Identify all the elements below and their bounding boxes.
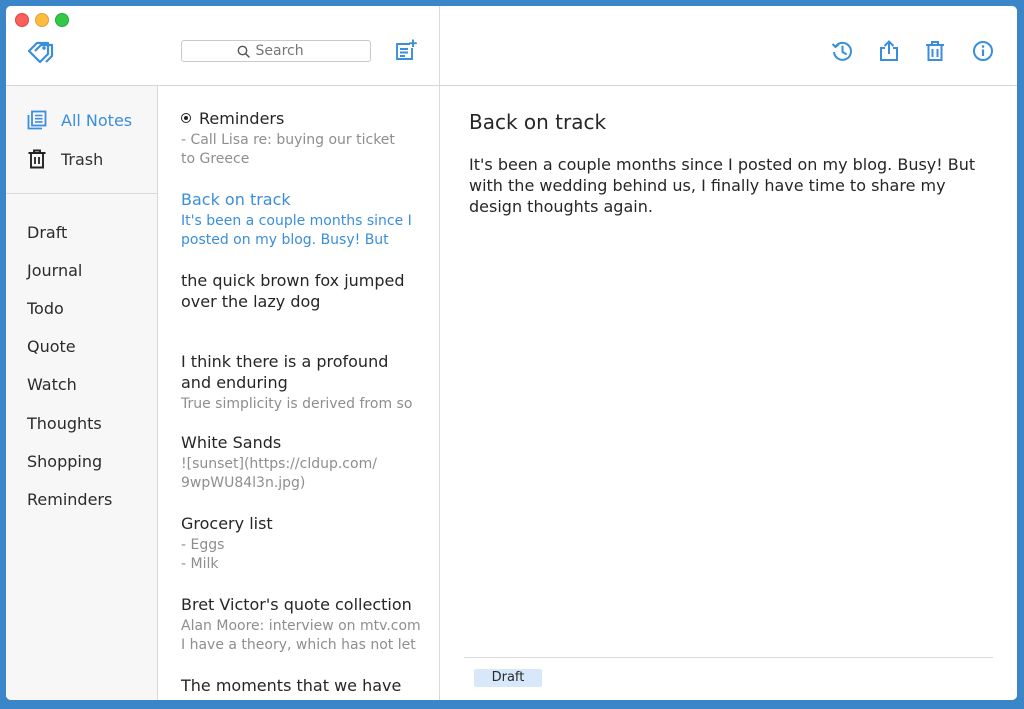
pinned-icon <box>181 113 191 123</box>
close-window-button[interactable] <box>15 13 29 27</box>
note-title: Back on track <box>181 190 291 209</box>
trash-icon[interactable] <box>924 40 946 62</box>
editor-body[interactable]: It's been a couple months since I posted… <box>469 154 999 217</box>
note-list-item[interactable]: Grocery list - Eggs - Milk <box>181 513 426 574</box>
note-list: Reminders - Call Lisa re: buying our tic… <box>158 86 439 700</box>
note-list-item[interactable]: White Sands ![sunset](https://cldup.com/… <box>181 432 426 493</box>
search-field[interactable] <box>181 40 371 62</box>
maximize-window-button[interactable] <box>55 13 69 27</box>
note-preview: True simplicity is derived from so <box>181 396 413 412</box>
note-title: I think there is a profound and enduring <box>181 352 389 392</box>
note-title: the quick brown fox jumped over the lazy … <box>181 271 405 311</box>
note-list-item[interactable]: the quick brown fox jumped over the lazy … <box>181 270 426 312</box>
trash-icon <box>28 149 46 169</box>
history-icon[interactable] <box>831 40 853 62</box>
note-title: Reminders <box>181 108 426 129</box>
note-list-item[interactable]: Reminders - Call Lisa re: buying our tic… <box>181 108 426 169</box>
editor-title[interactable]: Back on track <box>469 110 606 134</box>
toolbar <box>6 6 1017 86</box>
note-list-item[interactable]: Bret Victor's quote collection Alan Moor… <box>181 594 426 655</box>
search-input[interactable] <box>255 43 316 59</box>
sidebar-item-trash[interactable]: Trash <box>27 149 103 169</box>
note-title: The moments that we have <box>181 676 402 695</box>
note-list-item-selected[interactable]: Back on track It's been a couple months … <box>181 189 426 250</box>
note-list-item[interactable]: The moments that we have <box>181 675 426 696</box>
sidebar-tag-shopping[interactable]: Shopping <box>27 452 102 471</box>
minimize-window-button[interactable] <box>35 13 49 27</box>
note-tag-chip[interactable]: Draft <box>474 669 542 687</box>
sidebar-item-label: All Notes <box>61 110 133 130</box>
sidebar: All Notes Trash Draft Journal Todo Quote… <box>6 86 158 700</box>
sidebar-tag-quote[interactable]: Quote <box>27 337 76 356</box>
sidebar-tag-draft[interactable]: Draft <box>27 223 67 242</box>
note-title: Grocery list <box>181 514 273 533</box>
notes-icon <box>27 110 47 130</box>
sidebar-tag-journal[interactable]: Journal <box>27 261 82 280</box>
sidebar-tag-watch[interactable]: Watch <box>27 375 77 394</box>
tag-logo-icon[interactable] <box>26 38 56 64</box>
search-icon <box>237 45 250 58</box>
sidebar-tag-reminders[interactable]: Reminders <box>27 490 112 509</box>
note-title: White Sands <box>181 433 282 452</box>
note-title: Bret Victor's quote collection <box>181 595 412 614</box>
note-preview: - Call Lisa re: buying our ticket to Gree… <box>181 132 395 167</box>
new-note-icon[interactable] <box>395 39 417 61</box>
editor-footer-divider <box>464 657 993 658</box>
note-editor[interactable]: Back on track It's been a couple months … <box>440 86 1017 700</box>
sidebar-tag-thoughts[interactable]: Thoughts <box>27 414 102 433</box>
note-preview: Alan Moore: interview on mtv.com I have a… <box>181 618 421 653</box>
share-icon[interactable] <box>878 40 900 62</box>
note-preview: ![sunset](https://cldup.com/9wpWU84l3n.j… <box>181 456 377 491</box>
note-preview: It's been a couple months since Iposted … <box>181 213 412 248</box>
note-list-item[interactable]: I think there is a profound and enduring … <box>181 351 426 414</box>
note-preview: - Eggs - Milk <box>181 537 225 572</box>
app-window: All Notes Trash Draft Journal Todo Quote… <box>6 6 1017 700</box>
sidebar-item-label: Trash <box>61 149 104 169</box>
sidebar-item-all-notes[interactable]: All Notes <box>27 110 132 130</box>
sidebar-divider <box>6 193 157 194</box>
info-icon[interactable] <box>972 40 994 62</box>
sidebar-tag-todo[interactable]: Todo <box>27 299 64 318</box>
